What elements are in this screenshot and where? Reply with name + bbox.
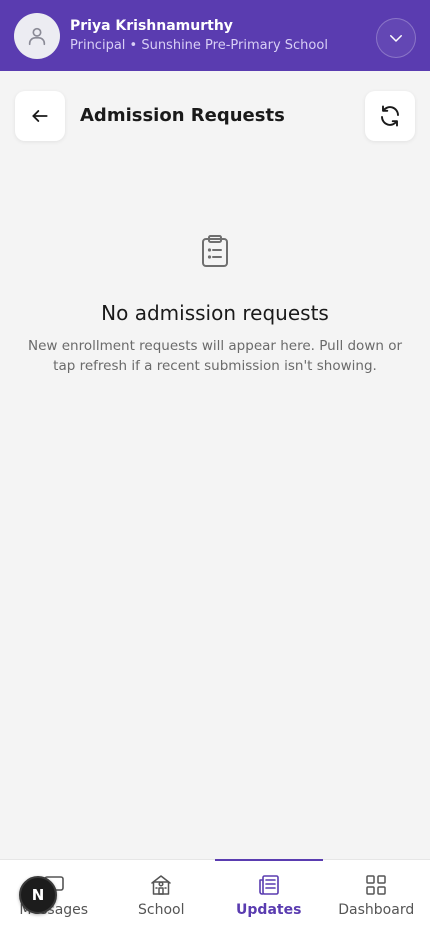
profile-name: Priya Krishnamurthy bbox=[70, 17, 233, 34]
clipboard-icon bbox=[199, 234, 231, 272]
empty-state-title: No admission requests bbox=[101, 301, 329, 325]
nav-item-school[interactable]: School bbox=[108, 860, 216, 932]
newspaper-icon bbox=[258, 875, 279, 895]
profile-header: Priya Krishnamurthy Principal • Sunshine… bbox=[0, 0, 430, 71]
arrow-left-icon bbox=[32, 110, 48, 122]
school-icon bbox=[151, 875, 171, 895]
account-menu-button[interactable] bbox=[376, 18, 416, 58]
app-screen: Priya Krishnamurthy Principal • Sunshine… bbox=[0, 0, 430, 932]
user-icon bbox=[28, 27, 46, 45]
grid-icon bbox=[366, 875, 386, 895]
user-avatar[interactable] bbox=[14, 12, 60, 59]
bottom-navigation: Messages School Updates Dashboard bbox=[0, 859, 430, 932]
floating-badge[interactable]: N bbox=[19, 876, 57, 914]
back-button[interactable] bbox=[15, 91, 65, 141]
empty-state-description: New enrollment requests will appear here… bbox=[27, 338, 403, 374]
page-title: Admission Requests bbox=[80, 105, 285, 126]
nav-label-school: School bbox=[138, 902, 185, 918]
refresh-button[interactable] bbox=[365, 91, 415, 141]
nav-label-dashboard: Dashboard bbox=[338, 902, 415, 918]
profile-info: Priya Krishnamurthy Principal • Sunshine… bbox=[70, 17, 360, 55]
chevron-down-icon bbox=[390, 35, 402, 42]
nav-label-updates: Updates bbox=[236, 902, 302, 918]
refresh-icon bbox=[381, 105, 399, 127]
nav-item-updates[interactable]: Updates bbox=[215, 859, 323, 932]
nav-item-dashboard[interactable]: Dashboard bbox=[323, 860, 430, 932]
profile-role: Principal • Sunshine Pre-Primary School bbox=[70, 37, 328, 53]
